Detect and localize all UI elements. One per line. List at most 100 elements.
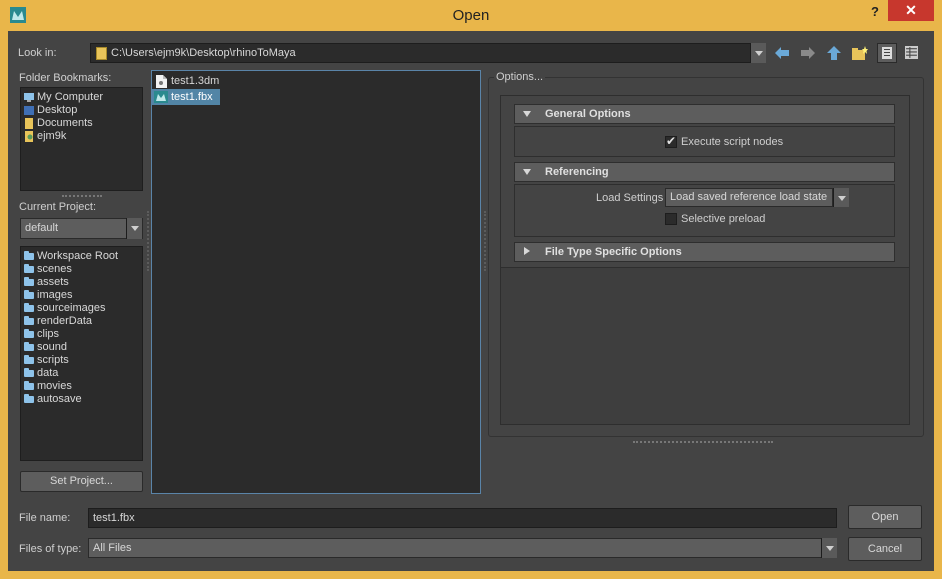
new-folder-icon[interactable] [852,46,868,60]
list-view-icon [882,47,892,59]
bookmark-label: My Computer [37,91,104,103]
file-item[interactable]: test1.3dm [152,73,480,89]
project-value: default [25,222,59,234]
folder-label: data [37,367,59,379]
files-of-type-label: Files of type: [19,543,82,555]
folder-label: clips [37,328,60,340]
close-button[interactable]: ✕ [888,0,934,21]
options-splitter[interactable] [633,441,773,443]
project-folder-item[interactable]: autosave [21,393,142,406]
list-view-button[interactable] [877,43,897,63]
folder-icon [24,303,34,312]
project-folder-item[interactable]: scripts [21,354,142,367]
folder-icon [24,277,34,286]
folder-label: sound [37,341,67,353]
file-item-selected[interactable]: test1.fbx [152,89,220,105]
project-dropdown-button[interactable] [126,218,142,239]
bookmark-user[interactable]: ejm9k [21,130,142,143]
folder-label: autosave [37,393,82,405]
project-folder-item[interactable]: renderData [21,315,142,328]
right-splitter[interactable] [484,211,486,271]
folder-icon [24,355,34,364]
folder-label: images [37,289,73,301]
folder-icon [24,251,34,260]
project-folder-item[interactable]: sound [21,341,142,354]
bookmark-label: ejm9k [37,130,67,142]
folder-icon [96,47,107,60]
file-name-input[interactable]: test1.fbx [88,508,837,528]
load-settings-dropdown-button[interactable] [833,188,849,207]
title-bar[interactable]: Open ? ✕ [0,0,942,31]
desktop-icon [23,105,35,116]
folder-icon [24,342,34,351]
bookmark-label: Desktop [37,104,78,116]
set-project-button[interactable]: Set Project... [20,471,143,492]
folder-icon [24,394,34,403]
folder-icon [24,316,34,325]
selective-preload-checkbox[interactable] [665,213,677,225]
look-in-dropdown-button[interactable] [750,43,766,63]
forward-icon[interactable] [800,46,816,60]
folder-label: scripts [37,354,69,366]
folder-icon [24,368,34,377]
left-splitter[interactable] [147,211,149,271]
folder-label: renderData [37,315,93,327]
project-folder-item[interactable]: movies [21,380,142,393]
up-folder-icon[interactable] [826,46,842,60]
bookmark-desktop[interactable]: Desktop [21,104,142,117]
user-folder-icon [23,131,35,142]
folder-icon [24,290,34,299]
bookmarks-list[interactable]: My Computer Desktop Documents ejm9k [20,87,143,191]
load-settings-select[interactable]: Load saved reference load state [665,188,833,207]
detail-view-icon[interactable] [905,46,918,59]
folder-icon [24,264,34,273]
bookmark-label: Documents [37,117,93,129]
folder-label: assets [37,276,69,288]
maya-file-icon [154,91,168,103]
bookmarks-splitter[interactable] [62,195,102,197]
execute-script-nodes-checkbox[interactable] [665,134,677,148]
project-folders-list[interactable]: Workspace Root scenes assets images sour… [20,246,143,461]
folder-label: Workspace Root [37,250,119,262]
look-in-path-field[interactable]: C:\Users\ejm9k\Desktop\rhinoToMaya [90,43,766,63]
help-button[interactable]: ? [866,2,884,22]
window-title: Open [452,7,490,24]
project-folder-item[interactable]: clips [21,328,142,341]
expanded-arrow-icon [523,111,531,117]
options-scroll-area[interactable]: General Options Execute script nodes Ref… [500,95,910,425]
general-options-body: Execute script nodes [514,126,895,157]
file-type-options-header[interactable]: File Type Specific Options [514,242,895,262]
folder-icon [24,381,34,390]
project-folder-item[interactable]: scenes [21,263,142,276]
referencing-header[interactable]: Referencing [514,162,895,182]
files-of-type-dropdown-button[interactable] [821,538,837,558]
expanded-arrow-icon [523,169,531,175]
referencing-title: Referencing [545,166,609,178]
folder-label: sourceimages [37,302,106,314]
look-in-path: C:\Users\ejm9k\Desktop\rhinoToMaya [111,47,296,59]
file-name: test1.fbx [171,91,213,103]
files-of-type-select[interactable]: All Files [88,538,837,558]
files-of-type-value: All Files [93,542,132,554]
general-options-header[interactable]: General Options [514,104,895,124]
project-folder-item[interactable]: images [21,289,142,302]
bookmark-documents[interactable]: Documents [21,117,142,130]
back-icon[interactable] [774,46,790,60]
project-folder-item[interactable]: assets [21,276,142,289]
project-select[interactable]: default [20,218,143,239]
project-folder-item[interactable]: sourceimages [21,302,142,315]
current-project-label: Current Project: [19,201,97,213]
file-list[interactable]: test1.3dm test1.fbx [151,70,481,494]
project-folder-item[interactable]: Workspace Root [21,250,142,263]
open-button[interactable]: Open [848,505,922,529]
folder-label: scenes [37,263,72,275]
project-folder-item[interactable]: data [21,367,142,380]
cancel-button[interactable]: Cancel [848,537,922,561]
computer-icon [23,92,35,103]
options-label: Options... [494,71,546,83]
collapsed-arrow-icon [524,247,530,255]
bookmark-my-computer[interactable]: My Computer [21,91,142,104]
general-options-title: General Options [545,108,631,120]
folder-label: movies [37,380,72,392]
dialog-body: Look in: C:\Users\ejm9k\Desktop\rhinoToM… [8,31,934,571]
